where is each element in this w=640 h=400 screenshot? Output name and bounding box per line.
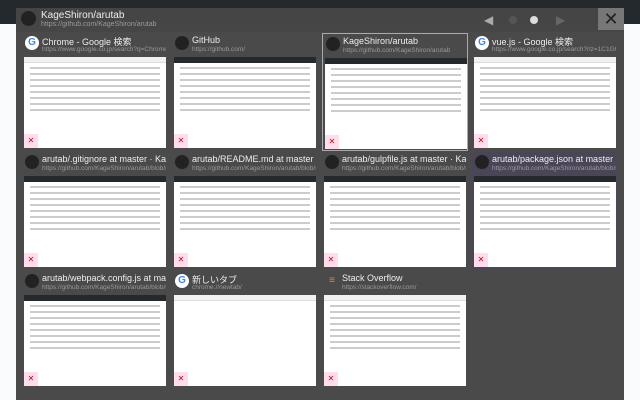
tab-url: https://github.com/KageShiron/arutab/blo… xyxy=(192,165,316,172)
tab-thumbnail[interactable]: ✕ xyxy=(474,57,616,148)
tab-url: https://github.com/KageShiron/arutab/blo… xyxy=(342,165,466,172)
github-icon xyxy=(21,11,36,26)
tab-url: https://github.com/KageShiron/arutab/blo… xyxy=(42,284,166,291)
close-tab-button[interactable]: ✕ xyxy=(174,253,188,267)
tab-thumbnail[interactable]: ✕ xyxy=(174,176,316,267)
tab-card[interactable]: ≡ Stack Overflow https://stackoverflow.c… xyxy=(322,271,468,389)
tab-url: https://www.google.co.jp/search?rlz=1C1G… xyxy=(492,46,616,53)
tab-thumbnail[interactable]: ✕ xyxy=(174,295,316,386)
tab-title: Stack Overflow xyxy=(342,273,403,283)
tab-thumbnail[interactable]: ✕ xyxy=(474,176,616,267)
tab-title: GitHub xyxy=(192,35,221,45)
tab-title: arutab/package.json at master · KageShir… xyxy=(492,154,616,164)
close-tab-button[interactable]: ✕ xyxy=(24,253,38,267)
close-tab-button[interactable]: ✕ xyxy=(474,253,488,267)
tab-card[interactable]: KageShiron/arutab https://github.com/Kag… xyxy=(322,33,468,151)
tab-url: https://stackoverflow.com/ xyxy=(342,284,417,291)
close-tab-button[interactable]: ✕ xyxy=(325,135,339,149)
tab-url: chrome://newtab/ xyxy=(192,284,242,291)
close-tab-button[interactable]: ✕ xyxy=(174,372,188,386)
tab-thumbnail[interactable]: ✕ xyxy=(24,57,166,148)
tab-title: arutab/.gitignore at master · KageShiron xyxy=(42,154,166,164)
close-tab-button[interactable]: ✕ xyxy=(24,134,38,148)
tab-card[interactable]: GitHub https://github.com/ ✕ xyxy=(172,33,318,151)
tab-card[interactable]: arutab/.gitignore at master · KageShiron… xyxy=(22,152,168,270)
tab-thumbnail[interactable]: ✕ xyxy=(174,57,316,148)
github-icon xyxy=(475,155,489,169)
tab-title: arutab/webpack.config.js at master · Kag… xyxy=(42,273,166,283)
tab-title: KageShiron/arutab xyxy=(343,36,419,46)
google-icon: G xyxy=(175,274,189,288)
tab-thumbnail[interactable]: ✕ xyxy=(24,295,166,386)
tab-title: arutab/gulpfile.js at master · KageShiro… xyxy=(342,154,466,164)
current-tab-header: KageShiron/arutab https://github.com/Kag… xyxy=(16,8,624,32)
tab-url: https://github.com/ xyxy=(192,46,246,53)
close-overview-button[interactable]: ✕ xyxy=(598,8,624,30)
tab-url: https://github.com/KageShiron/arutab/blo… xyxy=(42,165,166,172)
close-tab-button[interactable]: ✕ xyxy=(24,372,38,386)
github-icon xyxy=(175,36,189,50)
tab-thumbnail[interactable]: ✕ xyxy=(324,295,466,386)
github-icon xyxy=(326,37,340,51)
tab-url: https://github.com/KageShiron/arutab xyxy=(343,47,451,54)
tab-overview: KageShiron/arutab https://github.com/Kag… xyxy=(16,8,624,400)
current-tab-url: https://github.com/KageShiron/arutab xyxy=(41,21,157,28)
github-icon xyxy=(25,274,39,288)
tab-card[interactable]: arutab/gulpfile.js at master · KageShiro… xyxy=(322,152,468,270)
tab-thumbnail[interactable]: ✕ xyxy=(325,58,467,149)
current-tab-title: KageShiron/arutab xyxy=(41,10,125,21)
page-dot-2[interactable] xyxy=(530,16,538,24)
close-tab-button[interactable]: ✕ xyxy=(174,134,188,148)
google-icon: G xyxy=(25,36,39,50)
stackoverflow-icon: ≡ xyxy=(329,275,335,286)
tab-card[interactable]: arutab/webpack.config.js at master · Kag… xyxy=(22,271,168,389)
close-tab-button[interactable]: ✕ xyxy=(324,372,338,386)
tab-url: https://github.com/KageShiron/arutab/blo… xyxy=(492,165,616,172)
github-icon xyxy=(25,155,39,169)
tab-card[interactable]: G Chrome - Google 検索 https://www.google.… xyxy=(22,33,168,151)
github-icon xyxy=(175,155,189,169)
tab-thumbnail[interactable]: ✕ xyxy=(24,176,166,267)
close-tab-button[interactable]: ✕ xyxy=(324,253,338,267)
close-tab-button[interactable]: ✕ xyxy=(474,134,488,148)
tab-card[interactable]: G 新しいタブ chrome://newtab/ ✕ xyxy=(172,271,318,389)
tab-card[interactable]: G vue.js - Google 検索 https://www.google.… xyxy=(472,33,618,151)
page-dot-1[interactable] xyxy=(509,16,517,24)
google-icon: G xyxy=(475,36,489,50)
tab-thumbnail[interactable]: ✕ xyxy=(324,176,466,267)
tab-title: arutab/README.md at master · KageShiron xyxy=(192,154,316,164)
tab-card[interactable]: arutab/README.md at master · KageShiron … xyxy=(172,152,318,270)
github-icon xyxy=(325,155,339,169)
prev-page-button[interactable]: ◀ xyxy=(484,13,493,27)
tab-url: https://www.google.co.jp/search?q=Chrome… xyxy=(42,46,166,53)
tab-card[interactable]: arutab/package.json at master · KageShir… xyxy=(472,152,618,270)
next-page-button[interactable]: ▶ xyxy=(556,13,565,27)
